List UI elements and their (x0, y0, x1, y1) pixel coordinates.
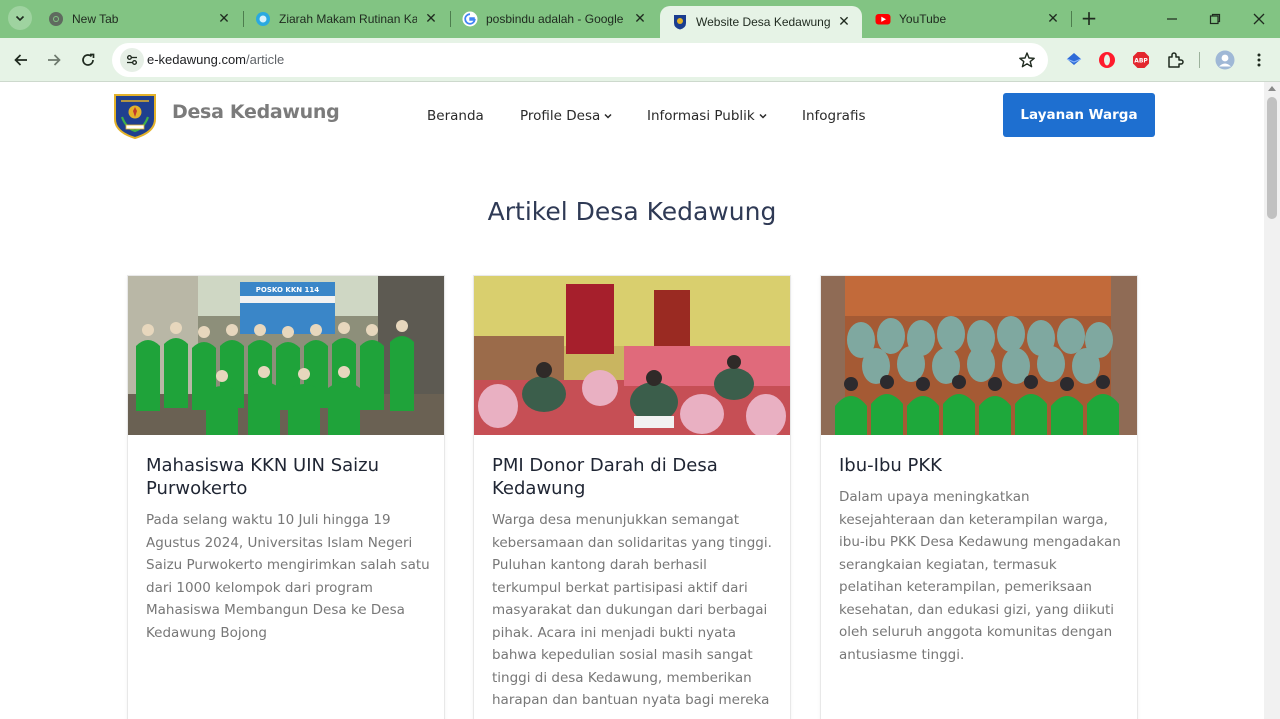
tab-title: posbindu adalah - Google Search (486, 12, 626, 26)
site-header: Desa Kedawung Beranda Profile Desa Infor… (0, 82, 1264, 148)
banner-caption: POSKO KKN 114 (256, 286, 320, 294)
address-bar[interactable]: e-kedawung.com/article (112, 43, 1048, 77)
nav-label: Beranda (427, 108, 484, 124)
new-tab-button[interactable]: + (1078, 8, 1100, 30)
arrow-left-icon (14, 54, 27, 66)
nav-infografis[interactable]: Infografis (802, 108, 865, 124)
chevron-down-icon (15, 15, 25, 22)
article-image-donor-darah[interactable] (474, 276, 790, 435)
opera-extension-icon[interactable] (1096, 49, 1118, 71)
url-path: /article (246, 52, 285, 67)
site-info-icon[interactable] (120, 48, 144, 72)
minimize-icon (1167, 18, 1177, 20)
tab-search-button[interactable] (8, 6, 32, 30)
close-icon[interactable]: ✕ (216, 11, 232, 27)
village-emblem-logo[interactable] (112, 92, 158, 140)
url-host: e-kedawung.com (147, 52, 246, 67)
forward-button[interactable] (42, 48, 66, 72)
extension-diamond-icon[interactable] (1063, 49, 1085, 71)
svg-text:ABP: ABP (1134, 58, 1148, 65)
article-title[interactable]: Mahasiswa KKN UIN Saizu Purwokerto (146, 454, 426, 500)
toolbar-divider (1199, 52, 1200, 68)
close-icon[interactable]: ✕ (1045, 11, 1061, 27)
tab-ziarah[interactable]: Ziarah Makam Rutinan Kamis ✕ (243, 0, 449, 38)
article-image-pkk[interactable] (821, 276, 1137, 435)
tab-strip: New Tab ✕ Ziarah Makam Rutinan Kamis ✕ p… (0, 0, 1280, 38)
tab-divider (1071, 11, 1072, 27)
bookmark-star-icon[interactable] (1018, 51, 1036, 69)
minimize-button[interactable] (1161, 8, 1183, 30)
brand-name[interactable]: Desa Kedawung (172, 101, 340, 123)
reload-icon (82, 53, 95, 66)
page-scrollbar[interactable] (1264, 82, 1280, 719)
layanan-warga-button[interactable]: Layanan Warga (1003, 93, 1155, 137)
nav-label: Informasi Publik (647, 108, 755, 124)
village-logo-icon (672, 14, 688, 30)
page-viewport: Desa Kedawung Beranda Profile Desa Infor… (0, 82, 1264, 719)
extensions-puzzle-icon[interactable] (1164, 49, 1186, 71)
more-menu-icon[interactable] (1248, 49, 1270, 71)
section-title: Artikel Desa Kedawung (487, 197, 777, 226)
adblock-plus-icon[interactable]: ABP (1130, 49, 1152, 71)
tab-new-tab[interactable]: New Tab ✕ (36, 0, 242, 38)
article-card[interactable]: PMI Donor Darah di Desa Kedawung Warga d… (473, 275, 791, 719)
close-icon (1253, 13, 1265, 25)
tab-title: YouTube (899, 12, 947, 26)
close-icon[interactable]: ✕ (632, 11, 648, 27)
scroll-up-arrow-icon[interactable] (1268, 86, 1276, 91)
arrow-right-icon (48, 54, 61, 66)
google-icon (462, 11, 478, 27)
tab-youtube[interactable]: YouTube ✕ (863, 0, 1071, 38)
scrollbar-thumb[interactable] (1267, 97, 1277, 219)
nav-label: Profile Desa (520, 108, 601, 124)
chevron-down-icon (759, 113, 767, 119)
article-excerpt: Pada selang waktu 10 Juli hingga 19 Agus… (146, 512, 430, 641)
profile-avatar[interactable] (1214, 49, 1236, 71)
nav-profile-desa[interactable]: Profile Desa (520, 108, 612, 124)
article-card[interactable]: Ibu-Ibu PKK Dalam upaya meningkatkan kes… (820, 275, 1138, 719)
chevron-down-icon (604, 113, 612, 119)
nav-beranda[interactable]: Beranda (427, 108, 484, 124)
url-text[interactable]: e-kedawung.com/article (147, 52, 284, 67)
nav-label: Infografis (802, 108, 866, 124)
article-card[interactable]: POSKO KKN 114 Mahasiswa KKN UIN Saizu Pu… (127, 275, 445, 719)
globe-icon (255, 11, 271, 27)
close-icon[interactable]: ✕ (836, 14, 852, 30)
article-title[interactable]: Ibu-Ibu PKK (839, 454, 1119, 477)
restore-icon (1209, 13, 1221, 25)
tab-title: New Tab (72, 12, 119, 26)
tab-website-desa-kedawung[interactable]: Website Desa Kedawung ✕ (660, 6, 862, 38)
article-title[interactable]: PMI Donor Darah di Desa Kedawung (492, 454, 772, 500)
browser-toolbar: e-kedawung.com/article ABP (0, 38, 1280, 82)
article-excerpt: Dalam upaya meningkatkan kesejahteraan d… (839, 489, 1121, 663)
close-icon[interactable]: ✕ (423, 11, 439, 27)
nav-informasi-publik[interactable]: Informasi Publik (647, 108, 767, 124)
restore-button[interactable] (1204, 8, 1226, 30)
tab-title: Ziarah Makam Rutinan Kamis (279, 12, 417, 26)
article-image-kkn[interactable]: POSKO KKN 114 (128, 276, 444, 435)
chrome-icon (48, 11, 64, 27)
tab-title: Website Desa Kedawung (696, 15, 830, 29)
tab-google-search[interactable]: posbindu adalah - Google Search ✕ (450, 0, 658, 38)
reload-button[interactable] (76, 48, 100, 72)
close-window-button[interactable] (1248, 8, 1270, 30)
youtube-icon (875, 11, 891, 27)
article-excerpt: Warga desa menunjukkan semangat kebersam… (492, 512, 772, 708)
back-button[interactable] (9, 48, 33, 72)
